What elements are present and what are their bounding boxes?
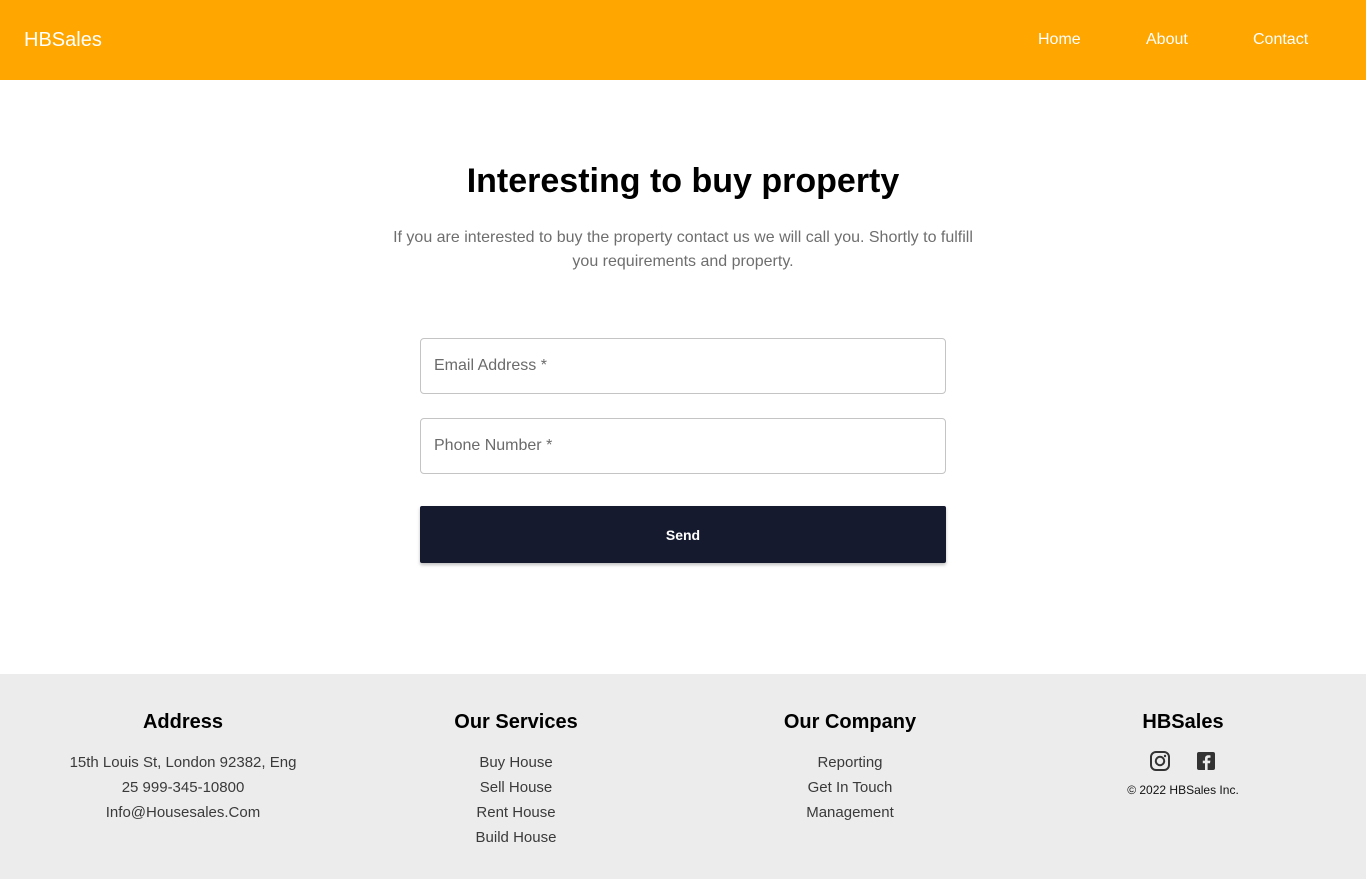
nav-about-link[interactable]: About (1146, 30, 1188, 50)
brand-logo[interactable]: HBSales (24, 28, 102, 52)
facebook-icon[interactable] (1195, 750, 1217, 772)
footer-address-column: Address 15th Louis St, London 92382, Eng… (33, 710, 333, 825)
company-link-get-in-touch[interactable]: Get In Touch (700, 775, 1000, 800)
page-subtitle: If you are interested to buy the propert… (393, 229, 973, 270)
copyright-text: © 2022 HBSales Inc. (1127, 783, 1239, 797)
company-link-reporting[interactable]: Reporting (700, 750, 1000, 775)
nav-home-link[interactable]: Home (1038, 30, 1081, 50)
social-links (1033, 748, 1333, 774)
address-line: 15th Louis St, London 92382, Eng (69, 754, 297, 771)
service-link-rent-house[interactable]: Rent House (366, 800, 666, 825)
email-field-wrapper (420, 338, 946, 394)
footer: Address 15th Louis St, London 92382, Eng… (0, 674, 1366, 879)
phone-field[interactable] (421, 419, 945, 473)
footer-brand-column: HBSales © 2022 HBSales Inc. (1033, 710, 1333, 798)
service-link-buy-house[interactable]: Buy House (366, 750, 666, 775)
email-line[interactable]: Info@Housesales.Com (33, 800, 333, 825)
nav-contact-link[interactable]: Contact (1253, 30, 1308, 50)
footer-company-heading: Our Company (783, 711, 917, 733)
service-link-build-house[interactable]: Build House (366, 825, 666, 850)
instagram-icon[interactable] (1149, 750, 1171, 772)
phone-field-wrapper (420, 418, 946, 474)
footer-brand-heading: HBSales (1142, 711, 1224, 733)
footer-services-column: Our Services Buy House Sell House Rent H… (366, 710, 666, 850)
service-link-sell-house[interactable]: Sell House (366, 775, 666, 800)
company-link-management[interactable]: Management (700, 800, 1000, 825)
page-title: Interesting to buy property (466, 162, 900, 200)
send-button[interactable]: Send (420, 506, 946, 563)
footer-company-column: Our Company Reporting Get In Touch Manag… (700, 710, 1000, 825)
footer-address-heading: Address (142, 711, 224, 733)
phone-line: 25 999-345-10800 (121, 779, 245, 796)
footer-services-heading: Our Services (454, 711, 578, 733)
top-navbar: HBSales Home About Contact (0, 0, 1366, 80)
email-field[interactable] (421, 339, 945, 393)
